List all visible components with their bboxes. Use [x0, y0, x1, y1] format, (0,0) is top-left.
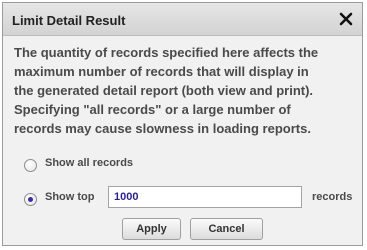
dialog-title: Limit Detail Result [12, 13, 126, 28]
dialog-titlebar: Limit Detail Result [3, 3, 362, 36]
radio-selected-dot [28, 197, 33, 202]
limit-detail-dialog: Limit Detail Result The quantity of reco… [2, 2, 363, 246]
show-all-records-radio[interactable] [24, 159, 37, 172]
top-records-input[interactable] [108, 186, 302, 208]
show-top-radio[interactable] [24, 193, 37, 206]
close-icon[interactable] [338, 11, 354, 27]
show-all-records-label[interactable]: Show all records [45, 157, 133, 169]
records-suffix-label: records [312, 191, 353, 203]
show-top-label[interactable]: Show top [45, 191, 95, 203]
dialog-message: The quantity of records specified here a… [14, 45, 319, 136]
apply-button[interactable]: Apply [122, 218, 181, 240]
cancel-button[interactable]: Cancel [190, 218, 263, 240]
